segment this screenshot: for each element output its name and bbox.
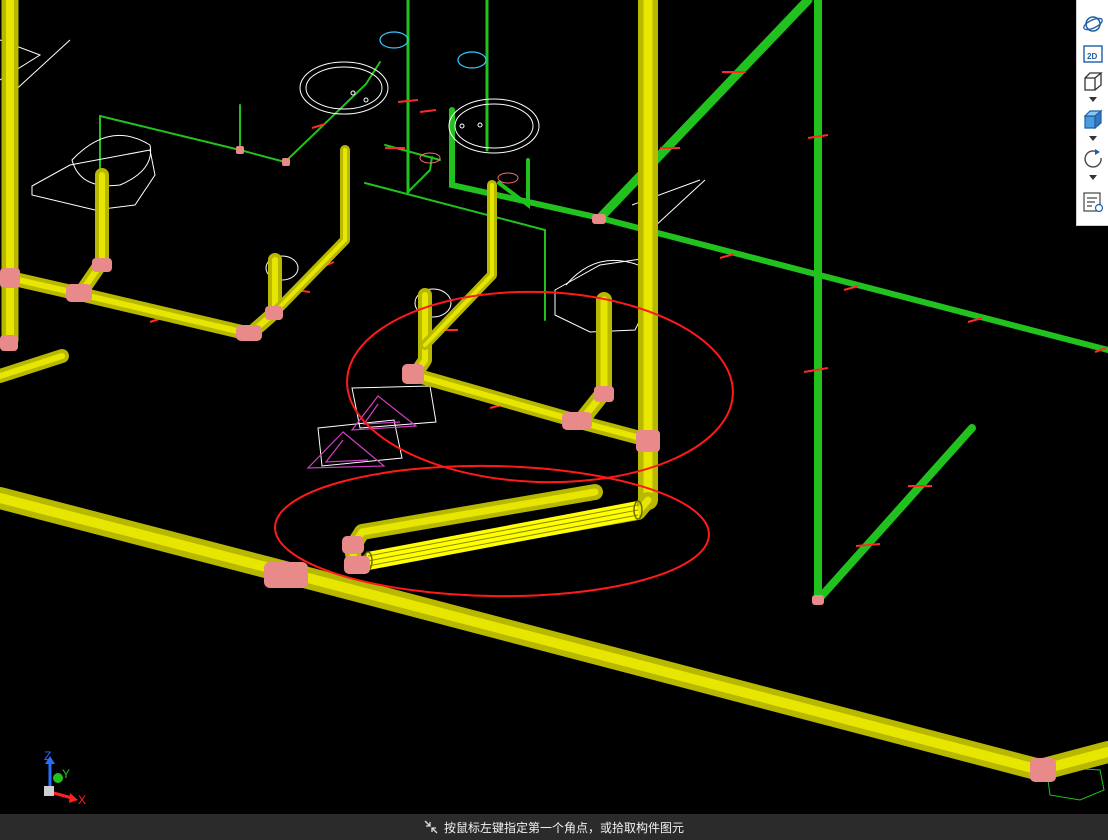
axis-gizmo: Z Y X [44, 749, 86, 807]
status-prompt: 按鼠标左键指定第一个角点，或拾取构件图元 [443, 820, 684, 835]
floor-drains [306, 395, 418, 469]
chevron-down-icon [1089, 136, 1097, 141]
properties-panel-button[interactable] [1081, 190, 1105, 214]
cube-outline-icon [1084, 72, 1103, 91]
2d-view-button[interactable]: 2D [1081, 42, 1105, 66]
pipe-model-scene[interactable] [0, 0, 1108, 814]
shading-dropdown[interactable] [1087, 135, 1099, 143]
highlight-annotations [274, 290, 734, 598]
chevron-down-icon [1089, 97, 1097, 102]
drain-pipes [0, 0, 1108, 781]
2d-icon: 2D [1083, 45, 1103, 63]
pipe-fittings [0, 146, 1056, 782]
chevron-down-icon [1089, 175, 1097, 180]
rotate-view-button[interactable] [1081, 146, 1105, 170]
status-bar: 按鼠标左键指定第一个角点，或拾取构件图元 [0, 814, 1108, 840]
axis-y-label: Y [62, 767, 70, 781]
view-mode-dropdown[interactable] [1087, 96, 1099, 104]
orbit-view-button[interactable] [1081, 12, 1105, 36]
cube-shaded-icon [1083, 109, 1103, 130]
axis-x-label: X [78, 793, 86, 807]
svg-text:2D: 2D [1087, 52, 1097, 61]
rotate-icon [1084, 149, 1102, 168]
axis-z-label: Z [44, 749, 51, 763]
globe-orbit-icon [1083, 16, 1103, 32]
view-toolbar: 2D [1076, 0, 1108, 226]
list-settings-icon [1083, 192, 1104, 213]
select-corner-icon [424, 820, 438, 834]
3d-wireframe-view-button[interactable] [1081, 70, 1105, 94]
3d-viewport[interactable]: Z Y X 2D [0, 0, 1108, 814]
rotate-dropdown[interactable] [1087, 174, 1099, 182]
3d-shaded-view-button[interactable] [1081, 108, 1105, 132]
